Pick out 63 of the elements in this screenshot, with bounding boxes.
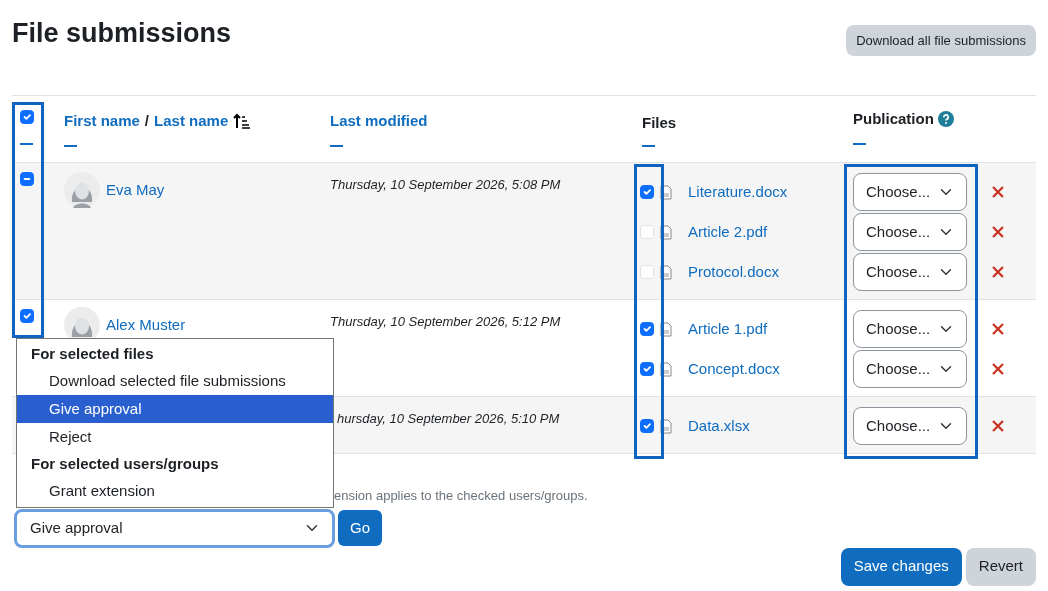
document-icon: [660, 361, 672, 377]
file-link[interactable]: Article 1.pdf: [688, 317, 768, 341]
menu-option[interactable]: Download selected file submissions: [17, 367, 333, 395]
checkbox[interactable]: [20, 110, 34, 124]
document-icon: [660, 321, 672, 337]
delete-icon[interactable]: [992, 420, 1004, 432]
hide-column-icon[interactable]: [64, 144, 77, 147]
go-button[interactable]: Go: [338, 510, 382, 546]
hide-column-icon[interactable]: [642, 144, 655, 147]
sort-link[interactable]: Last modified: [330, 112, 428, 129]
publication-select[interactable]: Choose...: [853, 350, 967, 388]
help-icon[interactable]: [937, 111, 954, 128]
user-avatar: [64, 172, 100, 208]
delete-icon[interactable]: [992, 266, 1004, 278]
checkbox[interactable]: [640, 322, 654, 336]
publication-select[interactable]: Choose...: [853, 310, 967, 348]
hide-column-icon[interactable]: [330, 144, 343, 147]
save-button[interactable]: Save changes: [840, 547, 962, 586]
delete-icon[interactable]: [992, 363, 1004, 375]
publication-select[interactable]: Choose...: [853, 213, 967, 251]
hide-column-icon[interactable]: [20, 142, 33, 145]
document-icon: [660, 224, 672, 240]
option-group-label: For selected files: [30, 344, 155, 364]
user-name-link[interactable]: Eva May: [106, 178, 165, 202]
file-link[interactable]: Concept.docx: [688, 357, 780, 381]
page-title: File submissions: [12, 17, 232, 49]
delete-icon[interactable]: [992, 323, 1004, 335]
revert-button[interactable]: Revert: [965, 547, 1036, 586]
sort-ascending-icon[interactable]: [233, 113, 252, 130]
menu-option[interactable]: Reject: [17, 423, 333, 451]
publication-select[interactable]: Choose...: [853, 173, 967, 211]
delete-icon[interactable]: [992, 186, 1004, 198]
publication-select[interactable]: Choose...: [853, 407, 967, 445]
document-icon: [660, 184, 672, 200]
publication-select[interactable]: Choose...: [853, 253, 967, 291]
checkbox[interactable]: [640, 362, 654, 376]
document-icon: [660, 264, 672, 280]
hide-column-icon[interactable]: [853, 142, 866, 145]
file-link[interactable]: Article 2.pdf: [688, 220, 768, 244]
option-group-label: For selected users/groups: [30, 454, 220, 474]
menu-option[interactable]: Give approval: [17, 395, 333, 423]
file-link[interactable]: Literature.docx: [688, 180, 788, 204]
bulk-action-select[interactable]: Give approval: [14, 508, 335, 548]
checkbox[interactable]: [640, 185, 654, 199]
delete-icon[interactable]: [992, 226, 1004, 238]
column-header: Files: [642, 113, 677, 133]
menu-option[interactable]: Grant extension: [17, 477, 333, 505]
column-header: Publication: [853, 109, 934, 129]
date-text: Thursday, 10 September 2026, 5:12 PM: [330, 313, 562, 331]
sort-link[interactable]: Last name: [154, 110, 229, 133]
file-link[interactable]: Protocol.docx: [688, 260, 779, 284]
document-icon: [660, 418, 672, 434]
help-text: ension applies to the checked users/groups.: [334, 487, 588, 505]
date-text: Thursday, 10 September 2026, 5:08 PM: [330, 176, 562, 194]
user-name-link[interactable]: Alex Muster: [106, 313, 186, 337]
sort-link[interactable]: First name: [64, 110, 140, 133]
date-text: hursday, 10 September 2026, 5:10 PM: [336, 410, 561, 428]
file-link[interactable]: Data.xlsx: [688, 414, 750, 438]
checkbox[interactable]: [640, 419, 654, 433]
download-all-button[interactable]: Download all file submissions: [846, 25, 1036, 56]
checkbox[interactable]: [20, 172, 34, 186]
separator-text: /: [144, 111, 150, 131]
checkbox[interactable]: [20, 309, 34, 323]
